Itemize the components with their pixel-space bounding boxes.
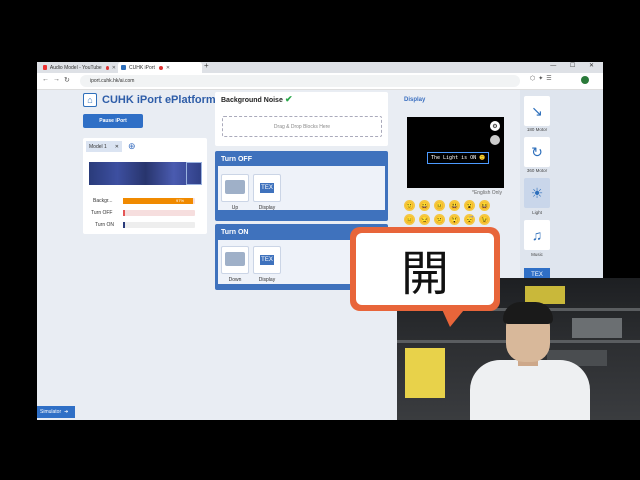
- block-label-display: Display: [258, 205, 276, 211]
- browser-tab-iport[interactable]: CUHK iPort ✕: [118, 62, 202, 73]
- motor-180-card[interactable]: ↘: [524, 96, 550, 126]
- motor-icon: [225, 180, 245, 194]
- music-icon: ♫: [531, 227, 543, 243]
- rule-title-background-noise: Background Noise: [221, 97, 283, 104]
- motor-icon: [225, 252, 245, 266]
- close-tab-icon[interactable]: ✕: [166, 65, 170, 71]
- block-drop-zone[interactable]: Drag & Drop Blocks Here: [222, 116, 382, 137]
- emoji-option[interactable]: 😑: [404, 214, 415, 225]
- simulator-label: Simulator: [40, 409, 62, 415]
- motor-360-icon: ↻: [531, 143, 543, 160]
- confidence-bar-turn-on: [123, 222, 195, 228]
- display-settings-icon[interactable]: ⚙: [490, 121, 500, 131]
- emoji-option[interactable]: 😃: [449, 200, 460, 211]
- text-icon: TEX: [259, 182, 275, 194]
- address-bar[interactable]: iport.cuhk.hk/ai.com: [80, 75, 520, 87]
- emoji-option[interactable]: 😐: [434, 200, 445, 211]
- music-card[interactable]: ♫: [524, 220, 550, 250]
- sidebar-label-360-motor: 360 Motor: [526, 168, 548, 173]
- back-icon[interactable]: ←: [42, 76, 49, 83]
- sidebar-label-music: Music: [531, 252, 543, 257]
- rule-title-turn-off: Turn OFF: [221, 156, 252, 163]
- class-label-background: Backgr...: [93, 198, 113, 204]
- emoji-option[interactable]: 😲: [449, 214, 460, 225]
- pause-iport-button[interactable]: Pause iPort: [83, 114, 143, 128]
- emoji-option[interactable]: 😮: [464, 200, 475, 211]
- tab-model-1[interactable]: Model 1 ✕: [86, 141, 122, 152]
- motor-down-block[interactable]: [221, 246, 249, 274]
- light-icon: ☀: [530, 184, 544, 201]
- motor-360-card[interactable]: ↻: [524, 137, 550, 167]
- light-card[interactable]: ☀: [524, 178, 550, 208]
- display-screen-text: The Light is ON 🙂: [427, 152, 490, 164]
- confidence-fill-turn-off: [123, 210, 125, 216]
- smile-emoji-icon: 🙂: [479, 155, 486, 161]
- language-note: *English Only: [472, 190, 503, 196]
- simulator-button[interactable]: Simulator ➜: [37, 406, 75, 418]
- speech-bubble-tail: [440, 305, 468, 327]
- close-model-icon[interactable]: ✕: [115, 144, 119, 150]
- arrow-right-icon: ➜: [64, 409, 69, 415]
- close-tab-icon[interactable]: ✕: [112, 65, 116, 71]
- confidence-percent-background: 97%: [176, 198, 185, 203]
- display-clear-icon[interactable]: [490, 135, 500, 145]
- tab-label: CUHK iPort: [129, 64, 155, 71]
- profile-avatar[interactable]: [581, 76, 589, 84]
- display-block[interactable]: TEX: [253, 246, 281, 274]
- extension-icons[interactable]: ⬡✦☰: [530, 75, 555, 82]
- emoji-option[interactable]: 🙂: [404, 200, 415, 211]
- add-model-icon[interactable]: ⊕: [128, 141, 136, 152]
- motor-up-block[interactable]: [221, 174, 249, 202]
- preview-highlight-frame: [186, 162, 202, 185]
- reload-icon[interactable]: ↻: [64, 76, 70, 84]
- confidence-bar-turn-off: [123, 210, 195, 216]
- display-block[interactable]: TEX: [253, 174, 281, 202]
- sidebar-label-180-motor: 180 Motor: [526, 127, 548, 132]
- check-icon: ✔: [285, 94, 293, 104]
- speech-bubble-text: 開: [400, 246, 449, 302]
- block-label-display: Display: [258, 277, 276, 283]
- model-panel: [83, 138, 207, 234]
- app-title: CUHK iPort ePlatform: [102, 94, 216, 106]
- oscilloscope: [572, 318, 622, 338]
- recording-dot-icon: [105, 65, 109, 70]
- emoji-option[interactable]: 😉: [479, 214, 490, 225]
- iport-favicon-icon: [121, 65, 126, 70]
- class-label-turn-off: Turn OFF: [91, 210, 113, 216]
- forward-icon[interactable]: →: [53, 76, 60, 83]
- model-tab-label: Model 1: [89, 143, 107, 150]
- presenter-body: [470, 360, 590, 420]
- emoji-option[interactable]: 😴: [464, 214, 475, 225]
- block-label-up: Up: [231, 205, 239, 211]
- emoji-option[interactable]: 😏: [419, 214, 430, 225]
- block-label-down: Down: [228, 277, 242, 283]
- new-tab-button[interactable]: +: [204, 61, 209, 70]
- browser-tab-youtube[interactable]: Audio Model - YouTube ✕: [40, 62, 116, 73]
- emoji-option[interactable]: 😕: [434, 214, 445, 225]
- motor-180-icon: ↘: [531, 102, 543, 119]
- window-controls[interactable]: — ☐ ✕: [550, 62, 600, 69]
- display-title: Display: [404, 97, 426, 103]
- youtube-favicon-icon: [43, 65, 47, 70]
- emoji-option[interactable]: 😆: [479, 200, 490, 211]
- recording-dot-icon: [158, 65, 163, 70]
- home-icon[interactable]: ⌂: [83, 93, 97, 107]
- tab-label: Audio Model - YouTube: [49, 64, 102, 71]
- text-icon: TEX: [259, 254, 275, 266]
- rule-title-turn-on: Turn ON: [221, 229, 249, 236]
- emoji-option[interactable]: 😀: [419, 200, 430, 211]
- sidebar-label-light: Light: [532, 210, 542, 215]
- screen-message: The Light is ON: [431, 155, 477, 161]
- confidence-fill-turn-on: [123, 222, 125, 228]
- yellow-box: [405, 348, 445, 398]
- presenter-hair: [503, 302, 553, 324]
- class-label-turn-on: Turn ON: [95, 222, 114, 228]
- speech-bubble-body: 開: [356, 233, 494, 305]
